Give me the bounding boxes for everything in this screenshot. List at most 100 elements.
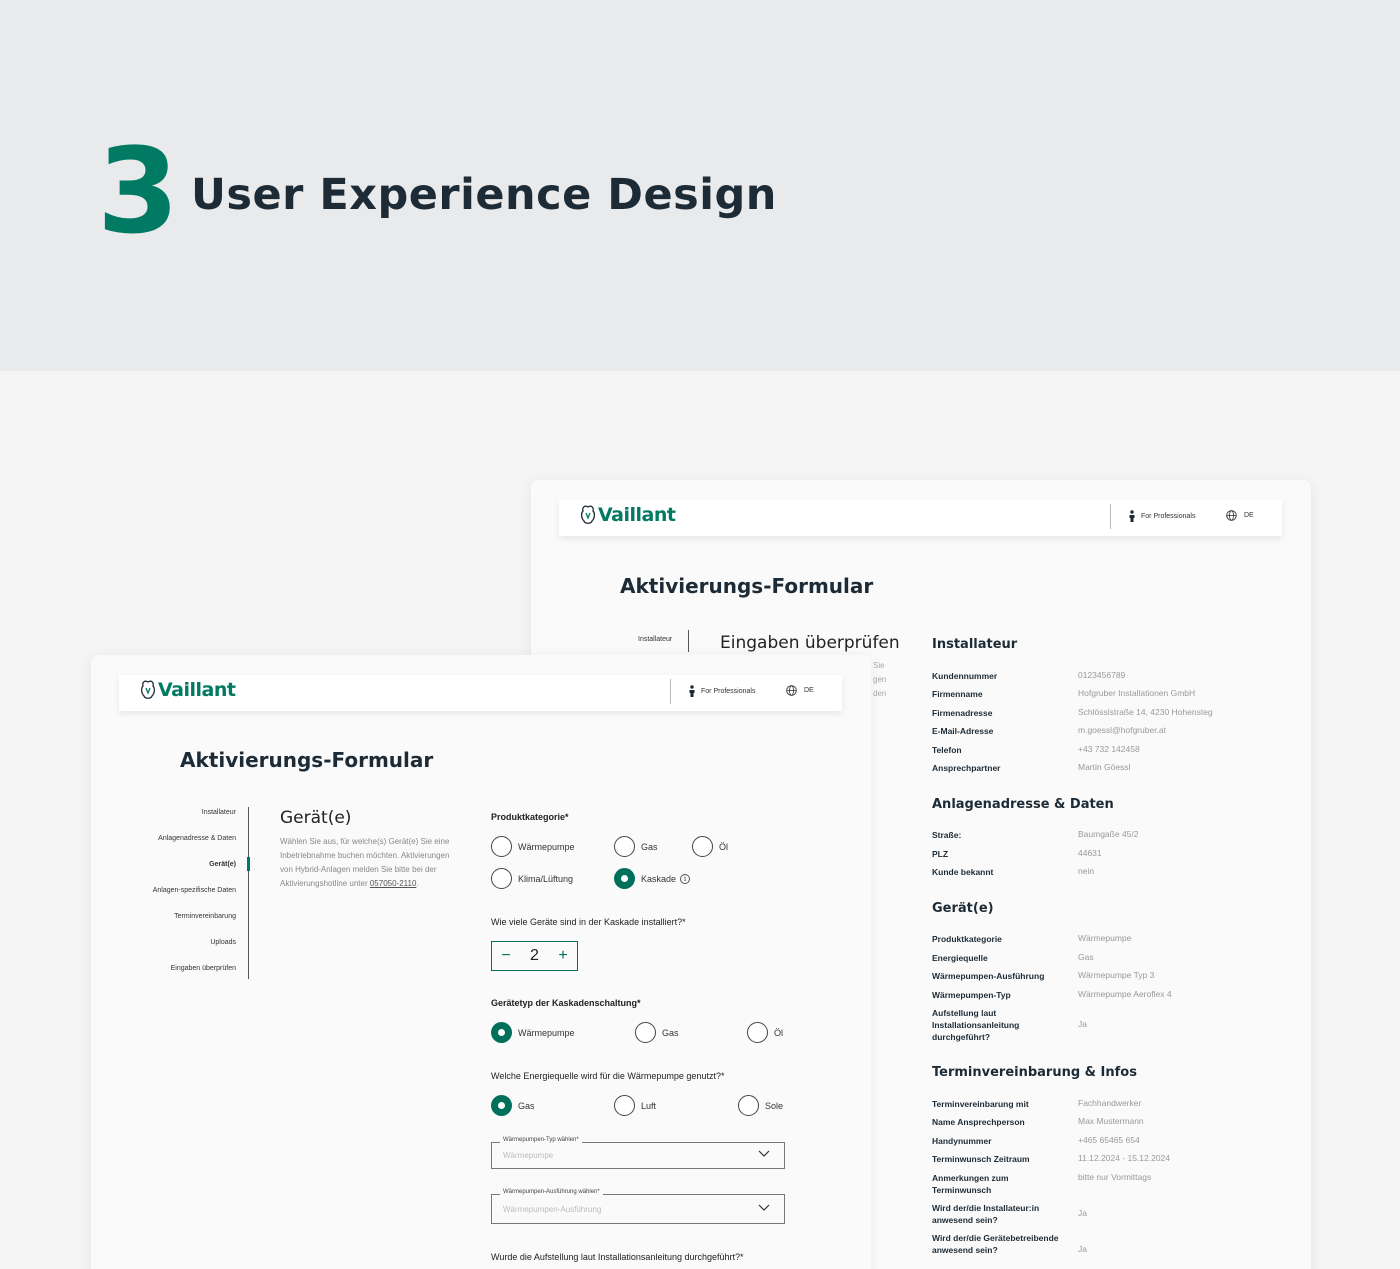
radio-waermepumpe[interactable]: Wärmepumpe (491, 836, 575, 857)
product-category-label: Produktkategorie* (491, 812, 569, 822)
radio-circle (491, 868, 512, 889)
radio-circle-selected (491, 1095, 512, 1116)
step-terminvereinbarung[interactable]: Terminvereinbarung (131, 911, 248, 937)
row-key: Telefon (932, 745, 962, 755)
chevron-down-icon (758, 1204, 770, 1211)
row-value: Gas (1078, 952, 1094, 962)
step-installateur[interactable]: Installateur (638, 636, 672, 643)
row-key: E-Mail-Adresse (932, 726, 994, 736)
radio-circle (747, 1022, 768, 1043)
row-value: Ja (1078, 1019, 1087, 1029)
section-description: Wählen Sie aus, für welche(s) Gerät(e) S… (280, 837, 450, 888)
radio-circle (614, 1095, 635, 1116)
for-professionals-link[interactable]: For Professionals (1128, 510, 1195, 522)
radio-energy-sole[interactable]: Sole (738, 1095, 783, 1116)
step-anlagen-daten[interactable]: Anlagen-spezifische Daten (131, 885, 248, 911)
vaillant-logo[interactable]: Vaillant (139, 679, 236, 701)
row-value: 11.12.2024 - 15.12.2024 (1078, 1153, 1171, 1163)
heatpump-version-select[interactable]: Wärmepumpen-Ausführung wählen* Wärmepump… (491, 1189, 785, 1224)
step-anlagenadresse[interactable]: Anlagenadresse & Daten (131, 833, 248, 859)
radio-cascade-oel[interactable]: Öl (747, 1022, 783, 1043)
form-steps-nav: Installateur Anlagenadresse & Daten Gerä… (131, 807, 250, 979)
row-key: Terminwunsch Zeitraum (932, 1154, 1030, 1164)
vaillant-logo[interactable]: Vaillant (579, 504, 676, 526)
heatpump-type-select[interactable]: Wärmepumpen-Typ wählen* Wärmepumpe (491, 1137, 785, 1169)
step-installateur[interactable]: Installateur (131, 807, 248, 833)
row-value: Wärmepumpe Typ 3 (1078, 970, 1155, 980)
review-section-title: Terminvereinbarung & Infos (932, 1065, 1137, 1080)
info-icon[interactable]: i (680, 873, 691, 884)
quantity-value[interactable]: 2 (530, 947, 539, 965)
section-heading: Gerät(e) (280, 808, 352, 828)
radio-kaskade[interactable]: Kaskade i (614, 868, 691, 889)
form-title: Aktivierungs-Formular (180, 748, 434, 772)
radio-label: Gas (518, 1100, 535, 1111)
row-key: Handynummer (932, 1136, 992, 1146)
row-key: Kunde bekannt (932, 867, 994, 877)
radio-cascade-waermepumpe[interactable]: Wärmepumpe (491, 1022, 575, 1043)
radio-circle (491, 836, 512, 857)
radio-klima[interactable]: Klima/Lüftung (491, 868, 573, 889)
select-label: Wärmepumpen-Ausführung wählen* (500, 1189, 603, 1195)
radio-label: Klima/Lüftung (518, 873, 574, 884)
radio-label: Gas (641, 841, 658, 852)
decrement-button[interactable]: − (500, 947, 512, 965)
step-uploads[interactable]: Uploads (131, 937, 248, 963)
increment-button[interactable]: + (557, 947, 569, 965)
row-value: Wärmepumpe (1078, 933, 1132, 943)
quantity-stepper: − 2 + (491, 941, 578, 971)
hotline-link[interactable]: 057050-2110 (370, 879, 417, 888)
row-key: Ansprechpartner (932, 763, 1001, 773)
hare-logo-icon (140, 680, 156, 699)
person-icon (689, 685, 695, 697)
radio-energy-luft[interactable]: Luft (614, 1095, 656, 1116)
row-value: Fachhandwerker (1078, 1098, 1142, 1108)
row-key: Aufstellung laut Installationsanleitung … (932, 1008, 1020, 1042)
radio-gas[interactable]: Gas (614, 836, 658, 857)
radio-cascade-gas[interactable]: Gas (635, 1022, 679, 1043)
cascade-count-label: Wie viele Geräte sind in der Kaskade ins… (491, 917, 686, 927)
form-title: Aktivierungs-Formular (620, 574, 874, 598)
select-placeholder: Wärmepumpen-Ausführung (503, 1205, 602, 1214)
installation-check-label: Wurde die Aufstellung laut Installations… (491, 1252, 744, 1262)
language-switch[interactable]: DE (786, 685, 814, 696)
row-key: Terminvereinbarung mit (932, 1099, 1029, 1109)
radio-label: Wärmepumpe (518, 841, 575, 852)
row-value: Ja (1078, 1208, 1087, 1218)
section-title: User Experience Design (191, 170, 777, 220)
row-value: bitte nur Vormittags (1078, 1172, 1152, 1182)
for-professionals-label: For Professionals (1141, 512, 1196, 520)
hare-logo-icon (580, 505, 596, 524)
cascade-type-label: Gerätetyp der Kaskadenschaltung* (491, 998, 641, 1008)
language-switch[interactable]: DE (1226, 510, 1254, 521)
device-form-mockup: Vaillant For Professionals DE Aktivierun… (91, 655, 871, 1269)
select-label: Wärmepumpen-Typ wählen* (500, 1137, 582, 1143)
radio-label: Öl (719, 841, 728, 852)
hero-banner: 3 User Experience Design (0, 0, 1400, 371)
row-key: Straße: (932, 830, 962, 840)
step-geraete[interactable]: Gerät(e) (131, 857, 250, 885)
language-label: DE (804, 687, 814, 694)
logo-wordmark: Vaillant (598, 504, 676, 526)
row-key: Energiequelle (932, 953, 988, 963)
review-section-title: Gerät(e) (932, 901, 994, 916)
radio-energy-gas[interactable]: Gas (491, 1095, 535, 1116)
row-key: Wird der/die Gerätebetreibende anwesend … (932, 1233, 1059, 1255)
row-key: Kundennummer (932, 671, 998, 681)
row-key: Name Ansprechperson (932, 1117, 1025, 1127)
row-value: Baumgaße 45/2 (1078, 829, 1139, 839)
site-header: Vaillant For Professionals DE (559, 500, 1282, 536)
row-value: Hofgruber Installationen GmbH (1078, 688, 1196, 698)
for-professionals-link[interactable]: For Professionals (688, 685, 755, 697)
header-divider (1110, 504, 1111, 529)
row-key: Wärmepumpen-Typ (932, 990, 1011, 1000)
step-eingaben-pruefen[interactable]: Eingaben überprüfen (131, 963, 248, 979)
row-value: Max Mustermann (1078, 1116, 1144, 1126)
site-header: Vaillant For Professionals DE (119, 675, 842, 711)
select-placeholder: Wärmepumpe (503, 1151, 554, 1160)
radio-circle (692, 836, 713, 857)
row-key: Anmerkungen zum Terminwunsch (932, 1173, 1009, 1195)
logo-wordmark: Vaillant (158, 679, 236, 701)
row-key: Produktkategorie (932, 934, 1002, 944)
radio-oel[interactable]: Öl (692, 836, 728, 857)
